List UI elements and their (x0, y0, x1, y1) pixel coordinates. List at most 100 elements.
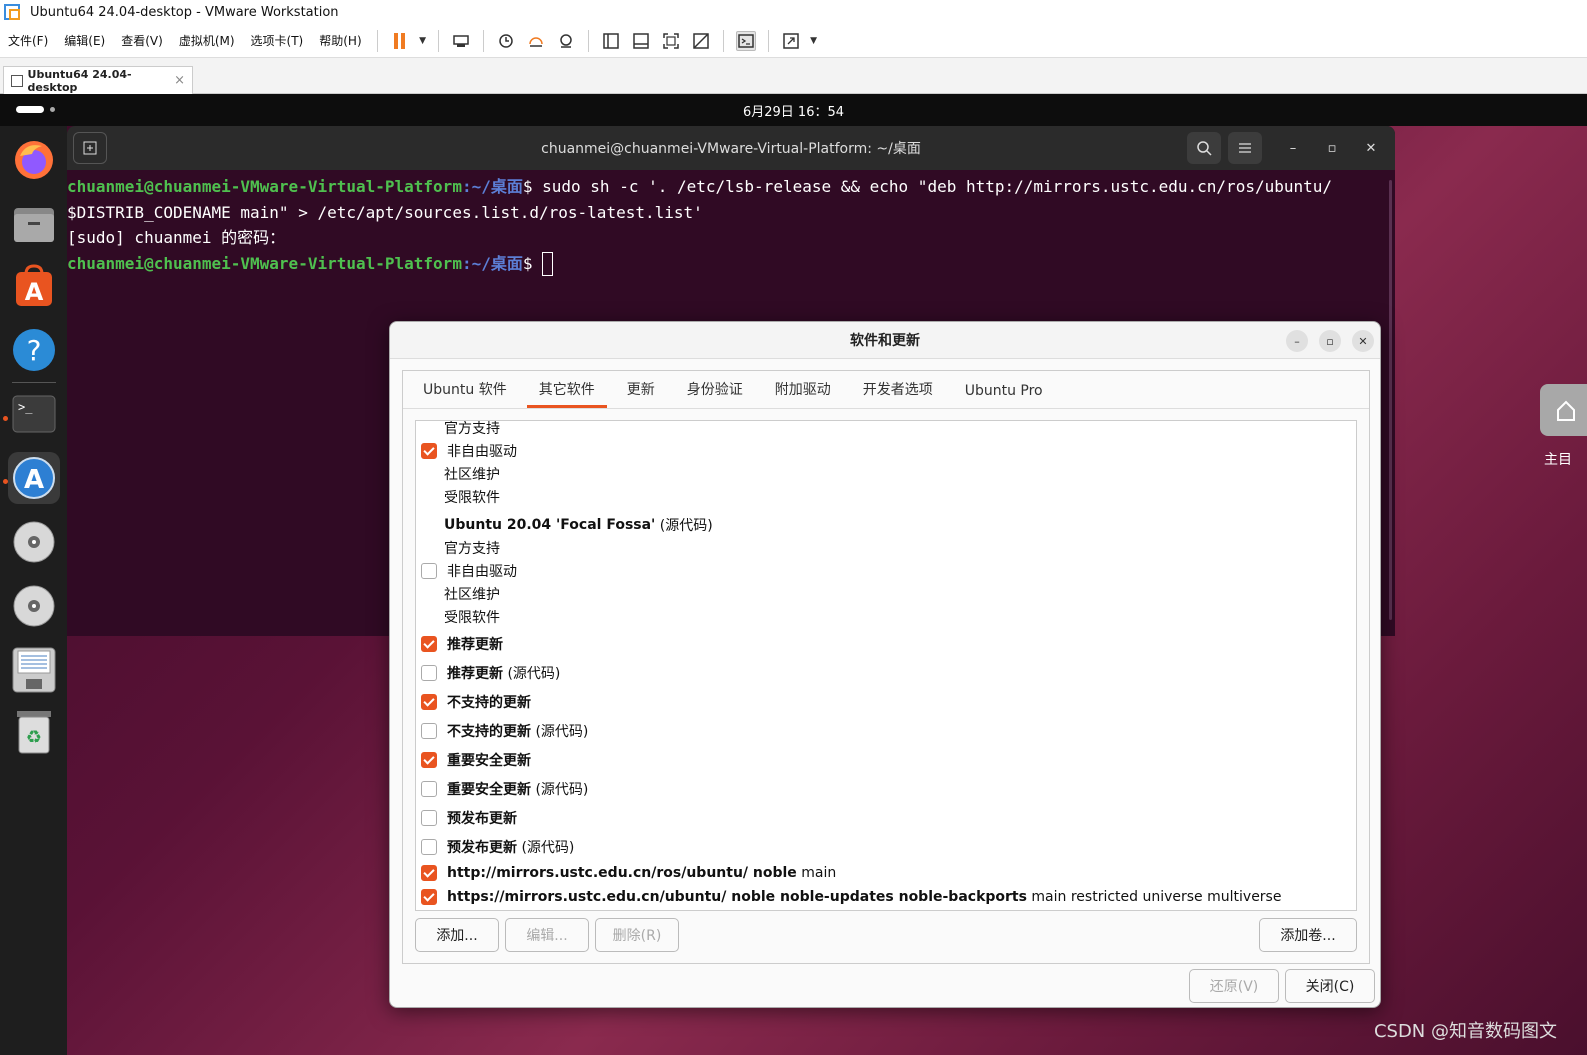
tab-developer-options[interactable]: 开发者选项 (851, 379, 945, 408)
new-tab-icon[interactable] (73, 132, 107, 164)
source-row[interactable]: 预发布更新 (源代码) (416, 836, 574, 858)
source-list[interactable]: 官方支持 非自由驱动 社区维护 受限软件 Ubuntu 20.04 'Focal Fos… (415, 420, 1357, 911)
source-checkbox[interactable] (421, 694, 437, 710)
unity-icon[interactable] (691, 31, 711, 51)
add-source-button[interactable]: 添加... (415, 918, 499, 952)
vm-tab[interactable]: Ubuntu64 24.04-desktop × (3, 66, 193, 94)
revert-snapshot-icon[interactable] (526, 31, 546, 51)
fullscreen-icon[interactable] (661, 31, 681, 51)
toolbar-separator (482, 29, 484, 52)
home-folder-label[interactable]: 主目 (1544, 449, 1572, 469)
prompt-user: chuanmei@chuanmei-VMware-Virtual-Platfor… (67, 177, 462, 196)
terminal-headerbar: chuanmei@chuanmei-VMware-Virtual-Platfor… (67, 126, 1395, 170)
source-checkbox[interactable] (421, 810, 437, 826)
watermark: CSDN @知音数码图文 (1373, 1021, 1557, 1042)
menu-edit[interactable]: 编辑(E) (56, 32, 113, 49)
source-row[interactable]: https://mirrors.ustc.edu.cn/ubuntu/ nobl… (416, 886, 1281, 908)
terminal-icon[interactable]: >_ (8, 388, 60, 440)
source-row[interactable]: 不支持的更新 (源代码) (416, 720, 588, 742)
source-row[interactable]: 不支持的更新 (416, 691, 531, 713)
vmware-menubar: 文件(F) 编辑(E) 查看(V) 虚拟机(M) 选项卡(T) 帮助(H) ▼ … (0, 24, 1587, 58)
stretch-icon[interactable] (781, 31, 801, 51)
tab-authentication[interactable]: 身份验证 (675, 379, 755, 408)
menu-help[interactable]: 帮助(H) (311, 32, 369, 49)
source-row: Ubuntu 20.04 'Focal Fossa' (源代码) (416, 514, 713, 536)
files-icon[interactable] (8, 198, 60, 250)
snapshot-manager-icon[interactable] (556, 31, 576, 51)
svg-text:?: ? (27, 334, 42, 367)
source-checkbox[interactable] (421, 839, 437, 855)
trash-icon[interactable]: ♻ (8, 706, 60, 758)
source-checkbox[interactable] (421, 636, 437, 652)
tab-ubuntu-pro[interactable]: Ubuntu Pro (953, 383, 1055, 408)
source-checkbox[interactable] (421, 563, 437, 579)
search-icon[interactable] (1187, 132, 1221, 164)
source-row[interactable]: http://mirrors.ustc.edu.cn/ros/ubuntu/ n… (416, 862, 836, 884)
source-row[interactable]: 重要安全更新 (416, 749, 531, 771)
show-library-icon[interactable] (601, 31, 621, 51)
software-updates-dialog: 软件和更新 – ▫ ✕ Ubuntu 软件 其它软件 更新 身份验证 附加驱动 … (389, 321, 1381, 1008)
source-row[interactable]: 重要安全更新 (源代码) (416, 778, 588, 800)
console-view-icon[interactable] (735, 30, 756, 51)
close-icon[interactable]: × (174, 73, 185, 88)
source-label-suffix: (源代码) (503, 666, 561, 682)
source-row[interactable]: 预发布更新 (416, 807, 517, 829)
tab-updates[interactable]: 更新 (615, 379, 667, 408)
source-label-suffix: (源代码) (531, 782, 589, 798)
tab-additional-drivers[interactable]: 附加驱动 (763, 379, 843, 408)
chevron-down-icon[interactable]: ▼ (809, 31, 819, 51)
pause-icon[interactable] (390, 31, 410, 51)
source-row[interactable]: 非自由驱动 (416, 560, 517, 582)
vm-icon (11, 74, 23, 87)
firefox-icon[interactable] (8, 134, 60, 186)
send-ctrl-alt-del-icon[interactable] (451, 31, 471, 51)
source-checkbox[interactable] (421, 723, 437, 739)
menu-view[interactable]: 查看(V) (113, 32, 171, 49)
prompt-path: :~/桌面 (461, 177, 523, 196)
source-row[interactable]: 推荐更新 (源代码) (416, 662, 560, 684)
close-icon[interactable]: ✕ (1359, 136, 1383, 160)
source-label-bold: 推荐更新 (447, 637, 503, 653)
source-checkbox[interactable] (421, 889, 437, 905)
edit-source-button[interactable]: 编辑... (505, 918, 589, 952)
snapshot-icon[interactable] (496, 31, 516, 51)
source-checkbox[interactable] (421, 865, 437, 881)
app-center-icon[interactable]: A (8, 260, 60, 312)
maximize-icon[interactable]: ▫ (1320, 136, 1344, 160)
dock-separator (12, 382, 56, 383)
prompt-path: :~/桌面 (461, 253, 523, 273)
maximize-icon[interactable]: ▫ (1319, 330, 1341, 352)
close-button[interactable]: 关闭(C) (1285, 969, 1375, 1003)
source-checkbox[interactable] (421, 665, 437, 681)
source-checkbox[interactable] (421, 781, 437, 797)
source-checkbox[interactable] (421, 752, 437, 768)
help-icon[interactable]: ? (8, 324, 60, 376)
delete-source-button[interactable]: 删除(R) (595, 918, 679, 952)
terminal-scrollbar[interactable] (1389, 180, 1392, 620)
minimize-icon[interactable]: – (1281, 136, 1305, 160)
source-row[interactable]: 非自由驱动 (416, 440, 517, 462)
close-icon[interactable]: ✕ (1352, 330, 1374, 352)
tab-ubuntu-software[interactable]: Ubuntu 软件 (411, 379, 519, 408)
home-folder-icon[interactable] (1540, 384, 1587, 436)
add-volume-button[interactable]: 添加卷... (1259, 918, 1357, 952)
chevron-down-icon[interactable]: ▼ (418, 31, 428, 51)
minimize-icon[interactable]: – (1286, 330, 1308, 352)
source-label: 受限软件 (444, 610, 500, 626)
menu-tabs[interactable]: 选项卡(T) (243, 32, 312, 49)
menu-file[interactable]: 文件(F) (0, 32, 56, 49)
tab-other-software[interactable]: 其它软件 (526, 379, 607, 408)
source-checkbox[interactable] (421, 443, 437, 459)
floppy-icon[interactable] (8, 644, 60, 696)
terminal-output[interactable]: chuanmei@chuanmei-VMware-Virtual-Platfor… (67, 170, 1395, 277)
disc-icon[interactable] (8, 516, 60, 568)
show-thumbnail-icon[interactable] (631, 31, 651, 51)
hamburger-menu-icon[interactable] (1228, 132, 1262, 164)
menu-vm[interactable]: 虚拟机(M) (171, 32, 243, 49)
source-label-bold: 不支持的更新 (447, 724, 531, 740)
revert-button[interactable]: 还原(V) (1189, 969, 1279, 1003)
software-updater-icon[interactable]: A (8, 452, 60, 504)
disc-icon[interactable] (8, 580, 60, 632)
source-row[interactable]: 推荐更新 (416, 633, 503, 655)
clock[interactable]: 6月29日 16：54 (0, 101, 1587, 120)
